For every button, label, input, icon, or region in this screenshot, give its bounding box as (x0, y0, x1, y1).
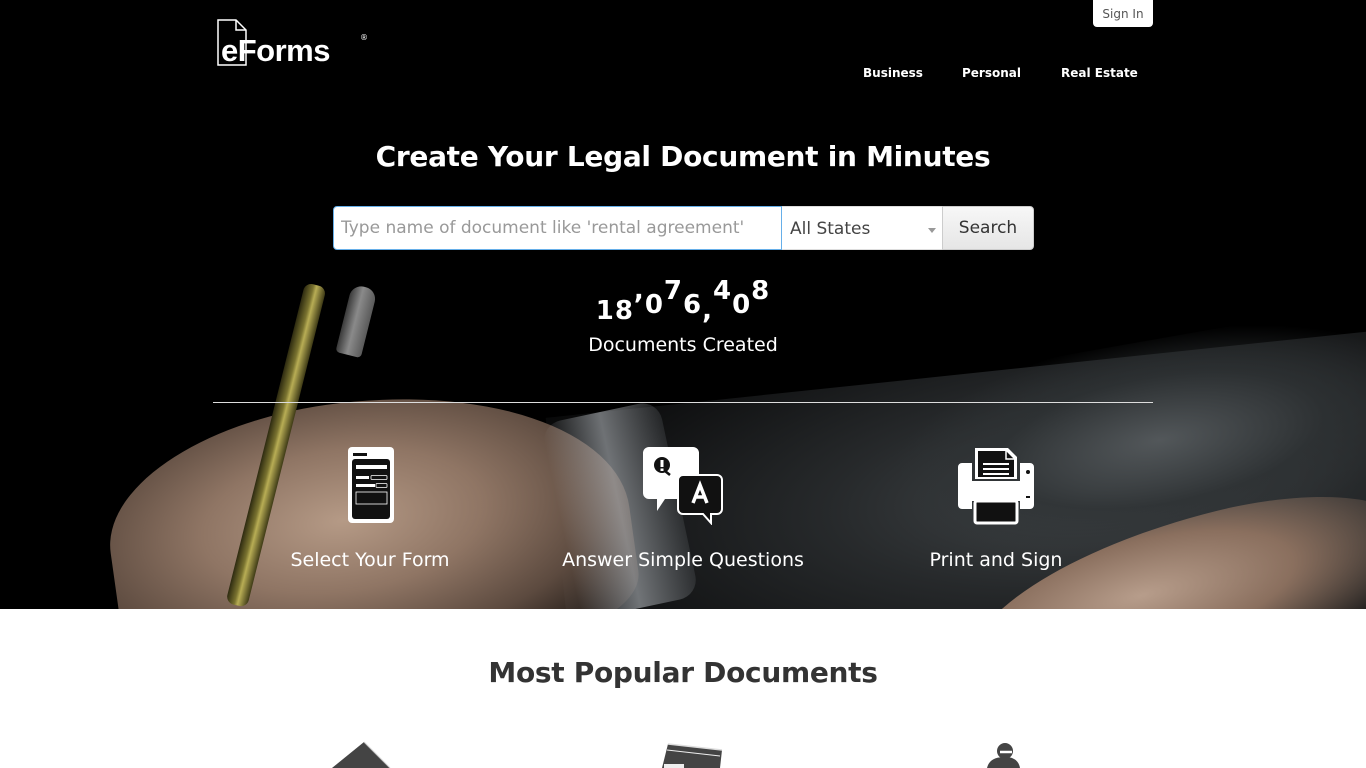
step-label: Print and Sign (929, 549, 1063, 571)
counter-digit: 7 (663, 280, 683, 306)
counter-digit: 1 (595, 296, 615, 326)
search-form: All States Search (333, 206, 1034, 250)
person-icon[interactable] (985, 740, 1021, 768)
step-label: Select Your Form (290, 549, 450, 571)
printer-icon (958, 448, 1034, 525)
nav-personal[interactable]: Personal (962, 66, 1021, 80)
counter-digit: 8 (614, 296, 634, 326)
registered-mark: ® (360, 33, 368, 42)
hero-title: Create Your Legal Document in Minutes (375, 140, 991, 173)
counter-separator: , (702, 296, 713, 326)
form-icon (348, 447, 394, 523)
sign-in-button[interactable]: Sign In (1093, 0, 1153, 27)
counter-digit: 0 (732, 290, 752, 320)
hero-section: eForms ® Sign In Business Personal Real … (0, 0, 1366, 609)
state-select[interactable]: All States (782, 206, 942, 250)
logo[interactable]: eForms ® (217, 19, 368, 68)
step-answer-questions: Answer Simple Questions (533, 445, 833, 571)
documents-counter-value: 18,076,408 (596, 280, 771, 326)
documents-counter: 18,076,408 (0, 280, 1366, 330)
chevron-down-icon (928, 228, 936, 233)
counter-digit: 4 (712, 280, 733, 306)
question-answer-icon (643, 447, 723, 526)
counter-digit: 8 (751, 280, 771, 306)
documents-counter-label: Documents Created (588, 334, 778, 356)
counter-digit: 0 (644, 290, 664, 320)
nav-real-estate[interactable]: Real Estate (1061, 66, 1138, 80)
step-select-form: Select Your Form (220, 445, 520, 571)
state-select-value: All States (790, 219, 871, 239)
step-print-sign: Print and Sign (846, 445, 1146, 571)
counter-digit: 6 (683, 290, 703, 320)
counter-separator: , (633, 280, 645, 306)
logo-text: eForms (221, 33, 330, 68)
divider (213, 402, 1153, 403)
popular-documents-title: Most Popular Documents (488, 656, 878, 689)
nav-business[interactable]: Business (863, 66, 923, 80)
search-button[interactable]: Search (942, 206, 1034, 250)
house-icon[interactable] (330, 740, 392, 768)
step-label: Answer Simple Questions (562, 549, 804, 571)
document-search-input[interactable] (333, 206, 782, 250)
book-icon[interactable] (658, 740, 726, 768)
